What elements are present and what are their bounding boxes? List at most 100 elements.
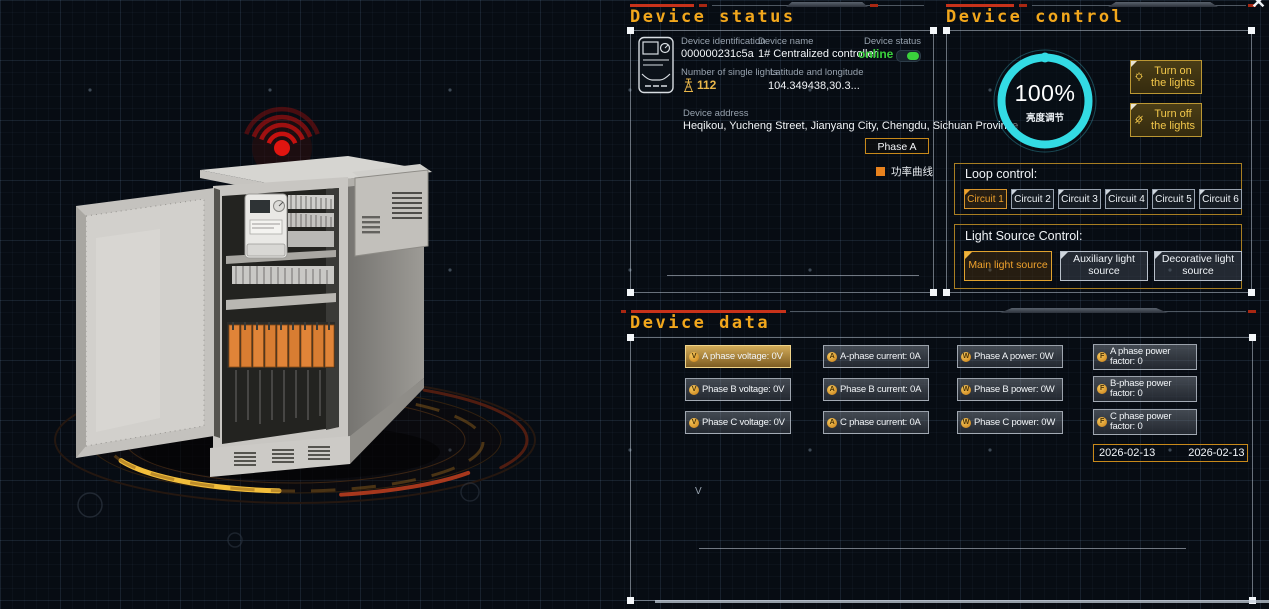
power-icon: W <box>961 418 971 428</box>
meter-3d <box>245 194 287 258</box>
turn-off-lights-button[interactable]: Turn off the lights <box>1130 103 1202 137</box>
control-panel-title: Device control <box>946 7 1124 27</box>
circuit-1-button[interactable]: Circuit 1 <box>964 189 1007 209</box>
handle[interactable] <box>627 289 634 296</box>
metric-a-phase-voltage[interactable]: V A phase voltage: 0V <box>685 345 791 368</box>
power-icon: W <box>961 352 971 362</box>
data-panel: V A phase voltage: 0V V Phase B voltage:… <box>630 337 1253 601</box>
cabinet-illustration <box>0 0 630 609</box>
loop-control-label: Loop control: <box>965 167 1037 181</box>
metric-a-phase-power[interactable]: W Phase A power: 0W <box>957 345 1063 368</box>
main-light-source-button[interactable]: Main light source <box>964 251 1052 281</box>
factor-icon: F <box>1097 417 1107 427</box>
handle[interactable] <box>1248 27 1255 34</box>
control-panel: 100% 亮度调节 Turn on the lights Turn off th… <box>946 30 1252 293</box>
metric-a-phase-power-factor[interactable]: F A phase power factor: 0 <box>1093 344 1197 370</box>
breakers <box>227 322 335 368</box>
turn-on-lights-button[interactable]: Turn on the lights <box>1130 60 1202 94</box>
device-dashboard: ✕ Device status Device identification 00… <box>0 0 1269 609</box>
status-header-enddash <box>870 4 878 7</box>
handle[interactable] <box>930 27 937 34</box>
metric-label: C phase current: 0A <box>840 417 921 428</box>
bulb-on-icon <box>1134 67 1144 87</box>
metric-b-phase-power-factor[interactable]: F B-phase power factor: 0 <box>1093 376 1197 402</box>
voltage-icon: V <box>689 352 699 362</box>
circuit-2-button[interactable]: Circuit 2 <box>1011 189 1054 209</box>
date-from[interactable]: 2026-02-13 <box>1099 447 1155 459</box>
handle[interactable] <box>1248 289 1255 296</box>
data-header-enddash <box>1248 310 1256 313</box>
decorative-light-source-button[interactable]: Decorative light source <box>1154 251 1242 281</box>
device-status-value: online <box>858 47 893 61</box>
turn-off-lights-label: Turn off the lights <box>1148 108 1198 132</box>
current-icon: A <box>827 352 837 362</box>
data-header-bulge <box>1000 308 1168 313</box>
control-header-bulge <box>1108 2 1218 7</box>
phase-a-button[interactable]: Phase A <box>865 138 929 154</box>
toggle-knob <box>907 52 919 60</box>
handle[interactable] <box>930 289 937 296</box>
handle[interactable] <box>943 289 950 296</box>
tower-icon <box>683 78 694 92</box>
single-lights-number: 112 <box>697 78 716 92</box>
metric-label: Phase C voltage: 0V <box>702 417 785 428</box>
metric-label: A phase power factor: 0 <box>1110 347 1193 367</box>
circuit-3-button[interactable]: Circuit 3 <box>1058 189 1101 209</box>
bottom-frame-bar <box>655 600 1269 603</box>
status-panel-title: Device status <box>630 7 796 27</box>
metric-b-phase-voltage[interactable]: V Phase B voltage: 0V <box>685 378 791 401</box>
lat-long-value: 104.349438,30.3... <box>768 80 860 92</box>
bulb-off-icon <box>1134 110 1144 130</box>
power-curve-legend-swatch <box>876 167 885 176</box>
loop-control-group: Loop control: Circuit 1 Circuit 2 Circui… <box>954 163 1242 215</box>
circuit-6-button[interactable]: Circuit 6 <box>1199 189 1242 209</box>
metric-a-phase-current[interactable]: A A-phase current: 0A <box>823 345 929 368</box>
close-icon[interactable]: ✕ <box>1251 0 1266 13</box>
metric-b-phase-power[interactable]: W Phase B power: 0W <box>957 378 1063 401</box>
data-header-startdash <box>621 310 626 313</box>
device-status-label: Device status <box>864 36 921 47</box>
data-chart-axis-line <box>699 548 1186 549</box>
date-to[interactable]: 2026-02-13 <box>1188 447 1244 459</box>
metric-label: Phase B power: 0W <box>974 384 1055 395</box>
chart-axis-line <box>667 275 919 276</box>
circuit-5-button[interactable]: Circuit 5 <box>1152 189 1195 209</box>
metric-c-phase-voltage[interactable]: V Phase C voltage: 0V <box>685 411 791 434</box>
handle[interactable] <box>1249 334 1256 341</box>
handle[interactable] <box>627 27 634 34</box>
factor-icon: F <box>1097 384 1107 394</box>
metric-c-phase-current[interactable]: A C phase current: 0A <box>823 411 929 434</box>
status-header-bulge <box>786 2 868 7</box>
lat-long-label: Latitude and longitude <box>770 67 864 78</box>
stray-mark: V <box>695 486 702 497</box>
metric-c-phase-power[interactable]: W Phase C power: 0W <box>957 411 1063 434</box>
metric-label: Phase C power: 0W <box>974 417 1055 428</box>
metric-b-phase-current[interactable]: A Phase B current: 0A <box>823 378 929 401</box>
brightness-gauge[interactable]: 100% 亮度调节 <box>991 47 1099 155</box>
metric-label: Phase B current: 0A <box>840 384 921 395</box>
device-identification-value: 000000231c5a <box>681 48 754 60</box>
handle[interactable] <box>627 334 634 341</box>
light-source-group: Light Source Control: Main light source … <box>954 224 1242 289</box>
handle[interactable] <box>627 597 634 604</box>
meter-icon <box>637 36 675 94</box>
metric-label: B-phase power factor: 0 <box>1110 379 1193 399</box>
light-source-label: Light Source Control: <box>965 229 1082 243</box>
metric-label: C phase power factor: 0 <box>1110 412 1193 432</box>
power-icon: W <box>961 385 971 395</box>
junction-box <box>352 164 432 256</box>
voltage-icon: V <box>689 385 699 395</box>
auxiliary-light-source-button[interactable]: Auxiliary light source <box>1060 251 1148 281</box>
date-range-picker[interactable]: 2026-02-13 2026-02-13 <box>1093 444 1248 462</box>
status-toggle[interactable] <box>896 50 921 62</box>
metric-label: A-phase current: 0A <box>840 351 921 362</box>
handle[interactable] <box>943 27 950 34</box>
turn-on-lights-label: Turn on the lights <box>1148 65 1198 89</box>
power-curve-legend: 功率曲线 <box>876 164 933 179</box>
circuit-4-button[interactable]: Circuit 4 <box>1105 189 1148 209</box>
data-panel-title: Device data <box>630 313 770 333</box>
metric-label: A phase voltage: 0V <box>702 351 783 362</box>
metric-c-phase-power-factor[interactable]: F C phase power factor: 0 <box>1093 409 1197 435</box>
voltage-icon: V <box>689 418 699 428</box>
power-curve-legend-label: 功率曲线 <box>891 164 933 179</box>
